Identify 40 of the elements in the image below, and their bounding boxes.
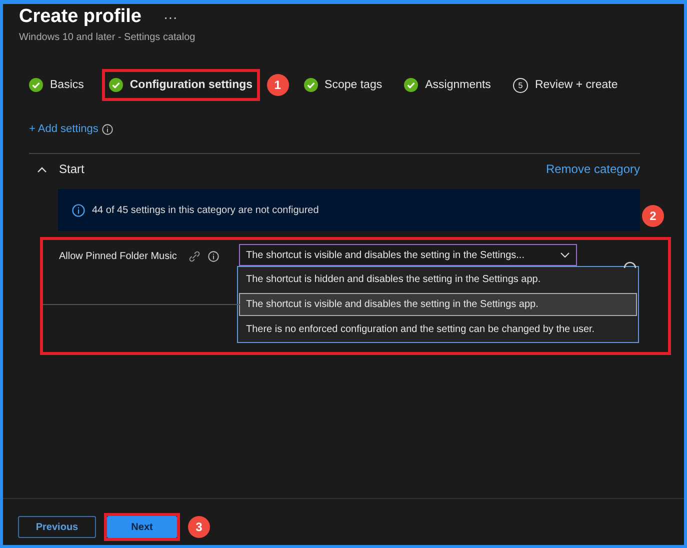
setting-label: Allow Pinned Folder Music: [59, 250, 178, 262]
dropdown-option[interactable]: There is no enforced configuration and the setting can be changed by the user.: [239, 318, 637, 341]
info-icon: [72, 204, 85, 216]
info-icon: [102, 124, 114, 134]
previous-button[interactable]: Previous: [18, 516, 96, 538]
link-icon: [189, 251, 200, 262]
dropdown-value: The shortcut is visible and disables the setting in the Settings...: [246, 250, 524, 260]
more-options[interactable]: ···: [163, 9, 178, 25]
add-settings-link[interactable]: + Add settings: [29, 123, 98, 135]
check-circle-icon: [29, 78, 43, 92]
step-marker: 1: [266, 74, 289, 96]
step-label: Scope tags: [324, 79, 382, 91]
page-title: Create profile: [19, 6, 142, 28]
next-button[interactable]: Next: [107, 516, 177, 538]
remove-category-link[interactable]: Remove category: [546, 162, 640, 176]
step-label: Configuration settings: [130, 79, 253, 91]
dropdown-option[interactable]: The shortcut is visible and disables the setting in the Settings app.: [239, 293, 637, 316]
dropdown-field[interactable]: The shortcut is visible and disables the setting in the Settings...: [239, 244, 577, 266]
step-label: Review + create: [534, 79, 618, 91]
dropdown-option[interactable]: The shortcut is hidden and disables the setting in the Settings app.: [239, 268, 637, 291]
wizard-step[interactable]: Configuration settings: [104, 72, 257, 98]
info-icon: [208, 251, 219, 262]
step-marker: 2: [642, 205, 664, 227]
chevron-icon[interactable]: [37, 166, 47, 172]
check-circle-icon: [304, 78, 318, 92]
step-label: Basics: [50, 79, 84, 91]
check-circle-icon: [404, 78, 418, 92]
remove-icon[interactable]: [623, 259, 637, 269]
step-label: Assignments: [425, 79, 491, 91]
wizard-step[interactable]: Scope tags: [300, 72, 386, 98]
chevron-icon: [560, 252, 570, 258]
wizard-step[interactable]: Basics: [25, 72, 88, 98]
check-circle-icon: [108, 78, 123, 92]
wizard-step[interactable]: Assignments: [400, 72, 495, 98]
step-number: 5: [512, 78, 528, 92]
info-text: 44 of 45 settings in this category are not configured: [92, 204, 319, 216]
step-marker: 3: [188, 516, 210, 538]
page-subtitle: Windows 10 and later - Settings catalog: [19, 32, 196, 43]
wizard-step[interactable]: 5 Review + create: [508, 72, 622, 98]
category-name: Start: [59, 162, 86, 176]
